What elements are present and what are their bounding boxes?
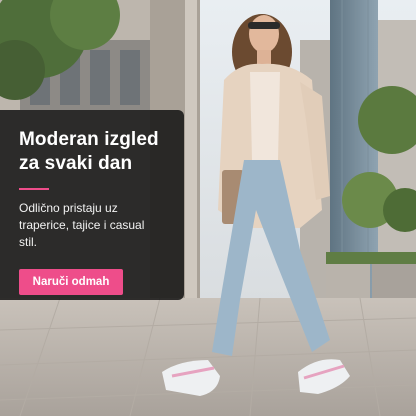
accent-divider bbox=[19, 188, 49, 190]
promo-title-line-2: za svaki dan bbox=[19, 153, 133, 174]
order-now-button[interactable]: Naruči odmah bbox=[19, 269, 123, 295]
promo-card: Moderan izgled za svaki dan Odlično pris… bbox=[0, 110, 184, 300]
promo-title: Moderan izgled za svaki dan bbox=[19, 128, 170, 176]
promo-description: Odlično pristaju uz traperice, tajice i … bbox=[19, 201, 145, 249]
promo-title-line-1: Moderan izgled bbox=[19, 129, 159, 150]
